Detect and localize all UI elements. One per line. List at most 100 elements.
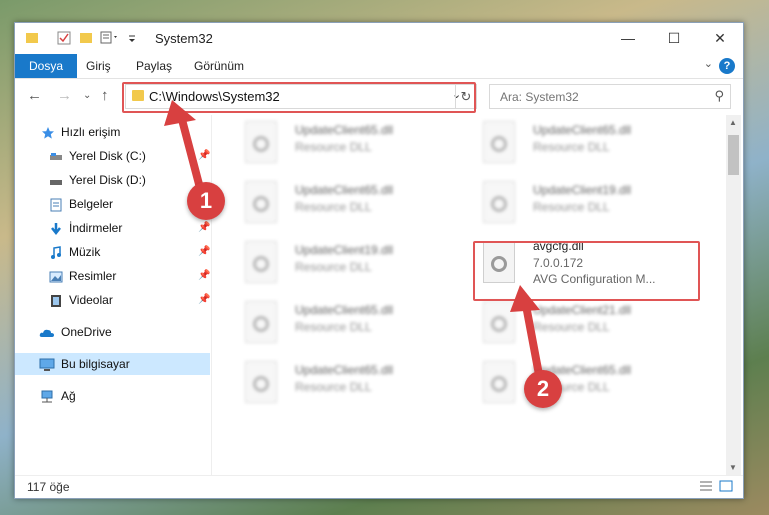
tab-giris[interactable]: Giriş [72, 54, 125, 78]
sidebar-item-local-disk-d[interactable]: Yerel Disk (D:) [15, 169, 210, 191]
sidebar-item-this-pc[interactable]: Bu bilgisayar [15, 353, 210, 375]
cloud-icon [39, 325, 54, 339]
view-icon[interactable] [100, 31, 117, 45]
file-name: UpdateClient65.dll [533, 123, 632, 137]
sidebar-item-network[interactable]: Ağ [15, 385, 210, 407]
properties-icon[interactable] [57, 31, 71, 45]
navigation-bar: ← → ⌄ ↑ C:\Windows\System32 ⌄ ↻ ⚲ [15, 79, 743, 113]
list-item[interactable]: UpdateClient19.dll Resource DLL [235, 237, 460, 289]
pictures-icon [49, 269, 63, 283]
back-button[interactable]: ← [27, 87, 42, 104]
large-icons-view-icon[interactable] [719, 480, 733, 492]
search-box[interactable]: ⚲ [489, 84, 731, 109]
expand-ribbon-icon[interactable]: ⌄ [704, 57, 713, 70]
annotation-badge-2: 2 [524, 370, 562, 408]
pin-icon[interactable]: 📌 [198, 289, 210, 311]
sidebar-item-label: Yerel Disk (C:) [69, 149, 146, 163]
pane-divider[interactable] [211, 115, 212, 475]
maximize-button[interactable]: ☐ [651, 23, 697, 54]
file-description: Resource DLL [295, 200, 372, 214]
file-name: UpdateClient65.dll [295, 123, 394, 137]
minimize-button[interactable]: — [605, 23, 651, 54]
up-button[interactable]: ↑ [101, 87, 109, 104]
dll-file-icon [483, 361, 515, 403]
star-icon [41, 125, 55, 139]
sidebar-item-music[interactable]: Müzik 📌 [15, 241, 210, 263]
window-title: System32 [155, 31, 213, 46]
file-name: UpdateClient21.dll [533, 303, 632, 317]
dll-file-icon [483, 121, 515, 163]
document-icon [49, 197, 63, 212]
dll-file-icon [483, 181, 515, 223]
search-input[interactable] [498, 89, 702, 105]
dll-file-icon [245, 181, 277, 223]
list-item[interactable]: UpdateClient65.dll Resource DLL [235, 357, 460, 409]
list-item[interactable]: UpdateClient65.dll Resource DLL [235, 177, 460, 229]
scrollbar-thumb[interactable] [728, 135, 739, 175]
drive-icon [49, 173, 63, 187]
file-description: Resource DLL [533, 140, 610, 154]
sidebar-item-label: Videolar [69, 293, 113, 307]
list-item[interactable]: UpdateClient65.dll Resource DLL [473, 117, 698, 169]
file-description: Resource DLL [533, 320, 610, 334]
pin-icon[interactable]: 📌 [198, 241, 210, 263]
file-name: UpdateClient65.dll [295, 183, 394, 197]
sidebar-item-onedrive[interactable]: OneDrive [15, 321, 210, 343]
drive-icon [49, 149, 63, 163]
file-description: Resource DLL [295, 260, 372, 274]
annotation-badge-1: 1 [187, 182, 225, 220]
network-icon [39, 389, 53, 403]
list-item[interactable]: UpdateClient65.dll Resource DLL [235, 297, 460, 349]
list-item[interactable]: UpdateClient21.dll Resource DLL [473, 297, 698, 349]
sidebar-item-quick-access[interactable]: Hızlı erişim [15, 121, 210, 143]
scroll-up-icon[interactable]: ▲ [729, 118, 737, 127]
computer-icon [39, 357, 55, 371]
folder-icon [25, 31, 39, 45]
forward-button[interactable]: → [57, 87, 72, 104]
sidebar-item-videos[interactable]: Videolar 📌 [15, 289, 210, 311]
navigation-pane: Hızlı erişim Yerel Disk (C:) 📌 Yerel Dis… [15, 121, 210, 476]
sidebar-item-documents[interactable]: Belgeler 📌 [15, 193, 210, 215]
scroll-down-icon[interactable]: ▼ [729, 463, 737, 472]
file-name: UpdateClient65.dll [295, 363, 394, 377]
dll-file-icon [245, 361, 277, 403]
download-icon [49, 221, 63, 236]
video-icon [49, 293, 63, 307]
recent-locations-icon[interactable]: ⌄ [83, 90, 91, 101]
pin-icon[interactable]: 📌 [198, 145, 210, 167]
tab-paylas[interactable]: Paylaş [122, 54, 186, 78]
sidebar-item-pictures[interactable]: Resimler 📌 [15, 265, 210, 287]
sidebar-item-label: Hızlı erişim [61, 125, 121, 139]
list-item[interactable]: UpdateClient65.dll Resource DLL [235, 117, 460, 169]
tab-dosya[interactable]: Dosya [15, 54, 78, 78]
sidebar-item-label: Belgeler [69, 197, 114, 211]
search-icon[interactable]: ⚲ [714, 88, 724, 104]
customize-toolbar-icon[interactable] [127, 31, 141, 45]
tab-gorunum[interactable]: Görünüm [180, 54, 258, 78]
list-item[interactable]: UpdateClient65.dll Resource DLL [473, 357, 698, 409]
title-bar: System32 — ☐ ✕ [15, 23, 743, 54]
dll-file-icon [483, 301, 515, 343]
sidebar-item-downloads[interactable]: İndirmeler 📌 [15, 217, 210, 239]
sidebar-item-label: OneDrive [61, 325, 112, 339]
explorer-window: System32 — ☐ ✕ Dosya Giriş Paylaş Görünü… [14, 22, 744, 499]
list-item[interactable]: UpdateClient19.dll Resource DLL [473, 177, 698, 229]
pin-icon[interactable]: 📌 [198, 265, 210, 287]
new-folder-icon[interactable] [79, 31, 93, 45]
address-annotation-box [122, 82, 476, 113]
sidebar-item-label: İndirmeler [69, 221, 123, 235]
status-bar: 117 öğe [15, 475, 743, 498]
dll-file-icon [245, 301, 277, 343]
file-name: UpdateClient19.dll [533, 183, 632, 197]
details-view-icon[interactable] [699, 480, 713, 492]
sidebar-item-local-disk-c[interactable]: Yerel Disk (C:) 📌 [15, 145, 210, 167]
file-annotation-box [473, 241, 700, 301]
file-name: UpdateClient65.dll [295, 303, 394, 317]
item-count: 117 öğe [27, 480, 70, 494]
vertical-scrollbar[interactable]: ▲ ▼ [726, 115, 741, 475]
close-button[interactable]: ✕ [697, 23, 743, 54]
sidebar-item-label: Ağ [61, 389, 76, 403]
sidebar-item-label: Bu bilgisayar [61, 357, 130, 371]
pin-icon[interactable]: 📌 [198, 217, 210, 239]
help-icon[interactable]: ? [719, 58, 735, 74]
